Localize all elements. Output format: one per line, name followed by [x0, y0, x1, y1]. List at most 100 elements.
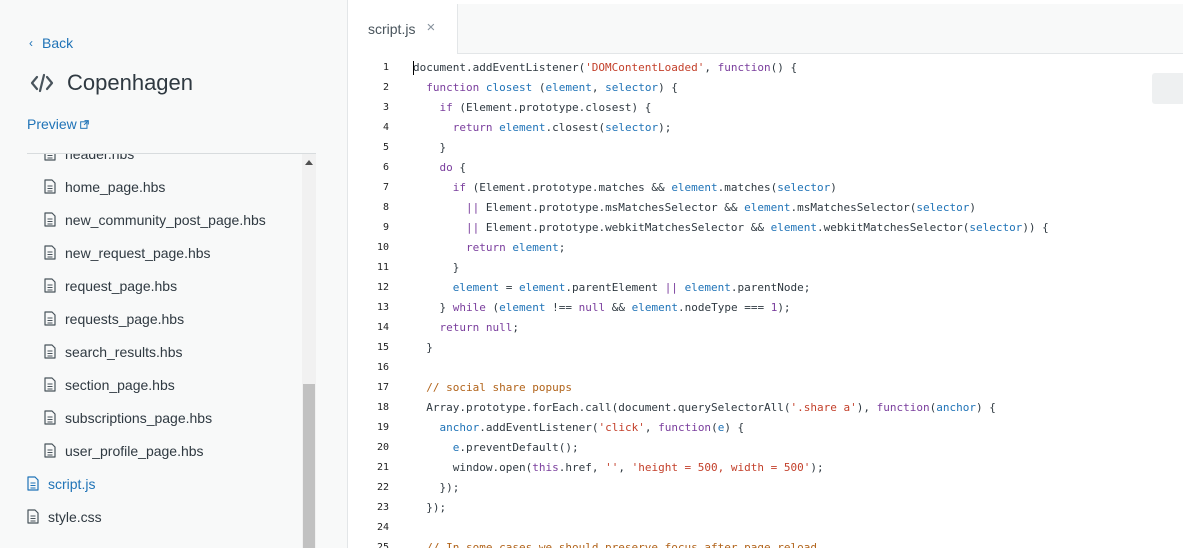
code-line: 18 Array.prototype.forEach.call(document… [349, 398, 1183, 418]
file-item[interactable]: home_page.hbs [0, 170, 165, 203]
code-line: 5 } [349, 138, 1183, 158]
scroll-thumb[interactable] [303, 384, 315, 548]
code-text: } [413, 338, 433, 358]
file-item[interactable]: user_profile_page.hbs [0, 434, 204, 467]
code-text: return null; [413, 318, 520, 338]
file-item[interactable]: subscriptions_page.hbs [0, 401, 212, 434]
file-icon [44, 311, 56, 326]
code-token: .href, [558, 461, 606, 474]
code-line: 23 }); [349, 498, 1183, 518]
file-item[interactable]: header.hbs [0, 154, 134, 170]
file-icon [27, 509, 39, 524]
code-token: (Element.prototype.matches && [466, 181, 672, 194]
code-token: Array.prototype.forEach.call(document.qu… [413, 401, 791, 414]
external-link-icon [79, 119, 89, 129]
code-token: selector [605, 121, 659, 134]
code-token: } [413, 261, 460, 274]
code-token: 'click' [598, 421, 645, 434]
line-number: 19 [376, 422, 389, 433]
code-token: function [717, 61, 771, 74]
file-icon [44, 179, 56, 194]
code-token: return [452, 121, 493, 134]
code-token: element [770, 221, 817, 234]
code-token: selector [777, 181, 831, 194]
code-token: // social share popups [426, 381, 572, 394]
code-token: function [658, 421, 712, 434]
code-line: 8 || Element.prototype.msMatchesSelector… [349, 198, 1183, 218]
code-line: 6 do { [349, 158, 1183, 178]
code-token: ) [830, 181, 837, 194]
code-token: while [452, 301, 486, 314]
file-item[interactable]: search_results.hbs [0, 335, 183, 368]
code-icon [30, 73, 54, 93]
line-number: 2 [382, 82, 389, 93]
code-token: || [465, 201, 480, 214]
code-token: '' [605, 461, 619, 474]
file-item[interactable]: style.css [0, 500, 102, 533]
code-token: element [684, 281, 731, 294]
file-icon [27, 476, 39, 491]
code-token: selector [605, 81, 659, 94]
code-token: element [499, 301, 546, 314]
code-token: ); [810, 461, 824, 474]
code-token: selector [916, 201, 970, 214]
code-line: 10 return element; [349, 238, 1183, 258]
code-token: , [591, 81, 606, 94]
code-token: .msMatchesSelector( [790, 201, 917, 214]
back-link[interactable]: ‹ Back [29, 35, 73, 51]
line-number: 18 [376, 402, 389, 413]
code-token: )) { [1022, 221, 1049, 234]
code-line: 22 }); [349, 478, 1183, 498]
line-number: 20 [376, 442, 389, 453]
file-item[interactable]: script.js [0, 467, 95, 500]
code-line: 19 anchor.addEventListener('click', func… [349, 418, 1183, 438]
code-token: ), [856, 401, 877, 414]
code-line: 9 || Element.prototype.webkitMatchesSele… [349, 218, 1183, 238]
file-item[interactable]: requests_page.hbs [0, 302, 184, 335]
file-name: style.css [48, 508, 102, 525]
code-token: ; [512, 321, 519, 334]
close-icon[interactable]: × [426, 19, 435, 36]
tab-script-js[interactable]: script.js × [349, 4, 458, 54]
code-line: 1 document.addEventListener('DOMContentLo… [349, 58, 1183, 78]
line-number: 13 [376, 302, 389, 313]
file-item[interactable]: request_page.hbs [0, 269, 177, 302]
code-token: element [452, 281, 500, 294]
code-token: , [644, 421, 659, 434]
code-token: null [578, 301, 606, 314]
code-token: .nodeType === [677, 301, 771, 314]
code-token: .closest( [545, 121, 606, 134]
code-token: ) { [975, 401, 996, 414]
code-token: }); [413, 501, 447, 514]
code-line: 2 function closest (element, selector) { [349, 78, 1183, 98]
scroll-up-arrow[interactable] [302, 154, 316, 171]
preview-link[interactable]: Preview [27, 116, 89, 132]
file-icon [44, 245, 56, 260]
tab-bar: script.js × [349, 4, 1183, 54]
code-text: || Element.prototype.msMatchesSelector &… [413, 198, 976, 218]
file-icon [44, 212, 56, 227]
file-tree-scrollbar[interactable] [302, 154, 316, 548]
file-item[interactable]: new_community_post_page.hbs [0, 203, 266, 236]
code-line: 21 window.open(this.href, '', 'height = … [349, 458, 1183, 478]
file-name: new_request_page.hbs [65, 244, 211, 261]
code-token: element [631, 301, 678, 314]
theme-name: Copenhagen [67, 70, 194, 95]
code-line: 25 // In some cases we should preserve f… [349, 538, 1183, 548]
line-number: 3 [382, 102, 389, 113]
code-token: !== [545, 301, 579, 314]
code-area[interactable]: 1 document.addEventListener('DOMContentLo… [349, 58, 1183, 548]
file-name: requests_page.hbs [65, 310, 185, 327]
code-token: ) { [724, 421, 745, 434]
file-item[interactable]: new_request_page.hbs [0, 236, 211, 269]
code-token: if [452, 181, 466, 194]
file-item[interactable]: section_page.hbs [0, 368, 175, 401]
